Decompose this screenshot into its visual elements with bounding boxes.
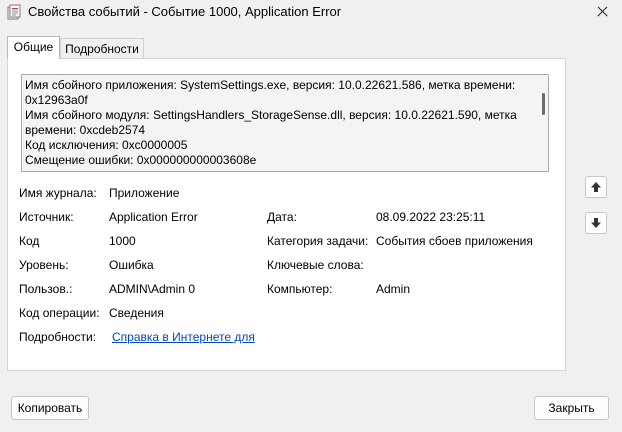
level-value: Ошибка [109, 258, 154, 272]
more-info-label: Подробности: [19, 330, 97, 344]
copy-button[interactable]: Копировать [11, 396, 89, 420]
task-category-value: События сбоев приложения [376, 234, 533, 248]
date-value: 08.09.2022 23:25:11 [376, 210, 486, 224]
window-title: Свойства событий - Событие 1000, Applica… [28, 4, 342, 19]
event-id-label: Код [19, 234, 40, 248]
computer-label: Компьютер: [267, 282, 333, 296]
user-value: ADMIN\Admin 0 [109, 282, 196, 296]
user-label: Пользов.: [19, 282, 73, 296]
computer-value: Admin [376, 282, 411, 296]
event-properties-window: Свойства событий - Событие 1000, Applica… [0, 0, 622, 432]
tab-general[interactable]: Общие [7, 36, 60, 59]
keywords-label: Ключевые слова: [267, 258, 364, 272]
close-button[interactable]: Закрыть [534, 396, 609, 420]
general-tab-panel: Имя сбойного приложения: SystemSettings.… [7, 58, 566, 371]
title-bar: Свойства событий - Событие 1000, Applica… [0, 0, 622, 24]
online-help-link[interactable]: Справка в Интернете для [112, 329, 255, 345]
date-label: Дата: [267, 210, 297, 224]
opcode-value: Сведения [109, 306, 164, 320]
arrow-up-icon [591, 182, 601, 192]
event-description-box[interactable]: Имя сбойного приложения: SystemSettings.… [21, 74, 549, 172]
opcode-label: Код операции: [19, 306, 100, 320]
event-id-value: 1000 [109, 234, 136, 248]
close-icon[interactable] [590, 0, 616, 24]
log-name-value: Приложение [109, 186, 180, 200]
arrow-down-icon [591, 218, 601, 228]
event-description-text: Имя сбойного приложения: SystemSettings.… [25, 78, 517, 167]
previous-event-button[interactable] [585, 176, 607, 198]
tab-details[interactable]: Подробности [60, 38, 144, 58]
task-category-label: Категория задачи: [267, 234, 369, 248]
source-label: Источник: [19, 210, 74, 224]
source-value: Application Error [109, 210, 198, 224]
next-event-button[interactable] [585, 212, 607, 234]
log-name-label: Имя журнала: [19, 186, 97, 200]
event-viewer-icon [7, 4, 21, 20]
level-label: Уровень: [19, 258, 69, 272]
description-scrollbar[interactable] [542, 93, 545, 115]
